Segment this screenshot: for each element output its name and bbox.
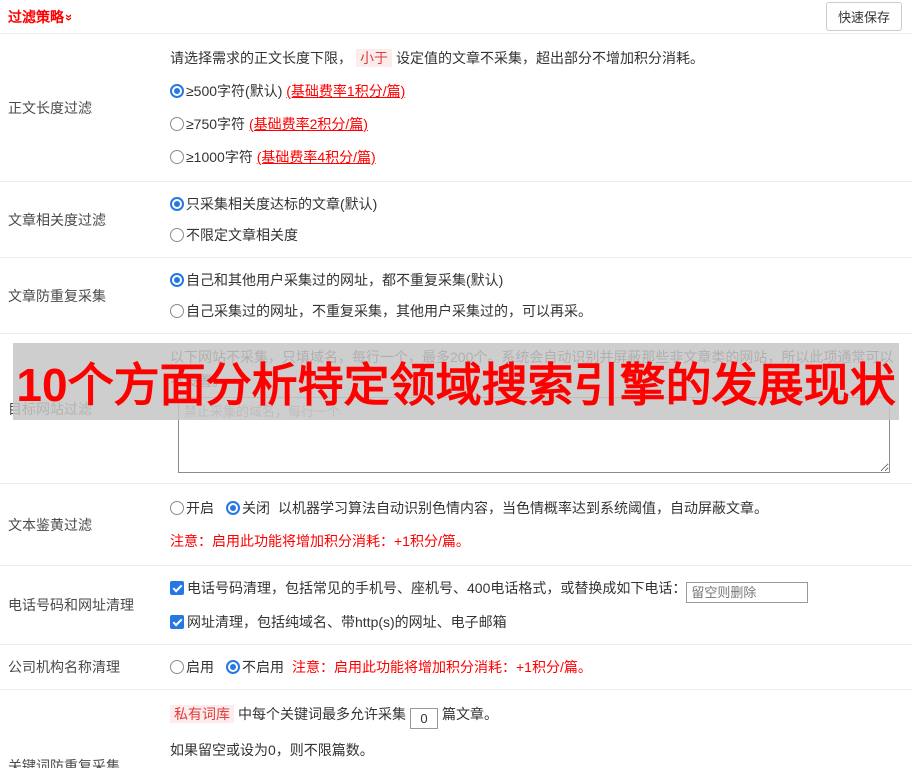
keyword-limit-line: 私有词库中每个关键词最多允许采集 篇文章。: [170, 702, 904, 729]
filter-strategy-page: 过滤策略» 快速保存 正文长度过滤 请选择需求的正文长度下限， 小于 设定值的文章不…: [0, 0, 912, 768]
radio-relevant-only-label: 只采集相关度达标的文章(默认): [186, 196, 378, 212]
keyword-dedup-content: 私有词库中每个关键词最多允许采集篇文章。 如果留空或设为0，则不限篇数。 如果设…: [170, 690, 912, 768]
private-lexicon-highlight: 私有词库: [170, 705, 234, 723]
intro-post-text: 设定值的文章不采集，超出部分不增加积分消耗。: [396, 50, 704, 66]
company-clean-note: 注意：启用此功能将增加积分消耗：+1积分/篇。: [292, 659, 592, 675]
checkbox-phone-clean-checked[interactable]: [170, 581, 184, 595]
radio-no-limit-relevance[interactable]: [170, 228, 184, 242]
radio-1000[interactable]: [170, 150, 184, 164]
intro-pre-text: 请选择需求的正文长度下限，: [170, 50, 352, 66]
radio-porn-off-selected[interactable]: [226, 501, 240, 515]
row-content-length-filter: 正文长度过滤 请选择需求的正文长度下限， 小于 设定值的文章不采集，超出部分不增加积…: [0, 34, 912, 182]
radio-company-disable-label: 不启用: [242, 659, 284, 675]
keyword-limit-text: 中每个关键词最多允许采集: [238, 706, 406, 722]
row-company-clean: 公司机构名称清理 启用 不启用 注意：启用此功能将增加积分消耗：+1积分/篇。: [0, 645, 912, 690]
radio-option-dedup-self: 自己采集过的网址，不重复采集，其他用户采集过的，可以再采。: [170, 299, 904, 323]
company-clean-options: 启用 不启用 注意：启用此功能将增加积分消耗：+1积分/篇。: [170, 655, 904, 679]
radio-750-label: ≥750字符: [186, 116, 249, 132]
radio-porn-off-label: 关闭: [242, 500, 270, 516]
topbar: 过滤策略» 快速保存: [0, 0, 912, 34]
keyword-limit-suffix: 篇文章。: [442, 706, 498, 722]
row-label-keyword-dedup: 关键词防重复采集: [8, 757, 120, 768]
checkbox-url-clean-checked[interactable]: [170, 615, 184, 629]
chevron-double-down-icon: »: [62, 13, 78, 21]
radio-500-label: ≥500字符(默认): [186, 83, 287, 99]
radio-option-no-limit-relevance: 不限定文章相关度: [170, 223, 904, 247]
radio-option-relevant-only: 只采集相关度达标的文章(默认): [170, 192, 904, 216]
content-length-intro: 请选择需求的正文长度下限， 小于 设定值的文章不采集，超出部分不增加积分消耗。: [170, 46, 904, 70]
radio-1000-fee-note: (基础费率4积分/篇): [256, 149, 376, 165]
content-length-options: 请选择需求的正文长度下限， 小于 设定值的文章不采集，超出部分不增加积分消耗。 ≥5…: [170, 34, 912, 181]
page-title[interactable]: 过滤策略»: [8, 7, 77, 27]
checkbox-phone-clean-label: 电话号码清理，包括常见的手机号、座机号、400电话格式，或替换成如下电话：: [187, 580, 687, 596]
page-title-text: 过滤策略: [8, 8, 64, 25]
radio-dedup-all-selected[interactable]: [170, 273, 184, 287]
intro-highlight: 小于: [356, 49, 392, 67]
url-clean-option: 网址清理，包括纯域名、带http(s)的网址、电子邮箱: [170, 610, 904, 634]
overlay-banner-text: 10个方面分析特定领域搜索引擎的发展现状: [16, 358, 896, 411]
porn-filter-options: 开启 关闭 以机器学习算法自动识别色情内容，当色情概率达到系统阈值，自动屏蔽文章。: [170, 496, 904, 520]
row-keyword-dedup: 关键词防重复采集 私有词库中每个关键词最多允许采集 篇文章。 如果留空或设为0，则…: [0, 690, 912, 768]
radio-relevant-only-selected[interactable]: [170, 197, 184, 211]
porn-filter-note: 注意：启用此功能将增加积分消耗：+1积分/篇。: [170, 533, 470, 549]
phone-clean-option: 电话号码清理，包括常见的手机号、座机号、400电话格式，或替换成如下电话：: [170, 576, 904, 603]
radio-1000-label: ≥1000字符: [186, 149, 257, 165]
row-label-company-clean: 公司机构名称清理: [8, 659, 120, 675]
porn-filter-content: 开启 关闭 以机器学习算法自动识别色情内容，当色情概率达到系统阈值，自动屏蔽文章。 …: [170, 484, 912, 565]
row-label-relevance: 文章相关度过滤: [8, 211, 106, 228]
row-label-porn-filter: 文本鉴黄过滤: [8, 516, 92, 533]
row-label-content-length: 正文长度过滤: [8, 99, 92, 116]
radio-company-enable-label: 启用: [186, 659, 214, 675]
radio-dedup-self[interactable]: [170, 304, 184, 318]
radio-company-enable[interactable]: [170, 660, 184, 674]
row-label-phone-url-clean: 电话号码和网址清理: [8, 597, 134, 613]
radio-option-dedup-all: 自己和其他用户采集过的网址，都不重复采集(默认): [170, 268, 904, 292]
dedup-options: 自己和其他用户采集过的网址，都不重复采集(默认) 自己采集过的网址，不重复采集，…: [170, 258, 912, 333]
keyword-limit-input[interactable]: [410, 708, 438, 729]
phone-url-clean-content: 电话号码清理，包括常见的手机号、座机号、400电话格式，或替换成如下电话： 网址…: [170, 566, 912, 644]
replacement-phone-input[interactable]: [686, 582, 809, 603]
row-label-article-dedup: 文章防重复采集: [8, 287, 106, 304]
checkbox-url-clean-label: 网址清理，包括纯域名、带http(s)的网址、电子邮箱: [187, 614, 507, 630]
radio-500-selected[interactable]: [170, 84, 184, 98]
company-clean-content: 启用 不启用 注意：启用此功能将增加积分消耗：+1积分/篇。: [170, 645, 912, 689]
radio-porn-on[interactable]: [170, 501, 184, 515]
radio-500-fee-note: (基础费率1积分/篇): [286, 83, 406, 99]
radio-dedup-self-label: 自己采集过的网址，不重复采集，其他用户采集过的，可以再采。: [186, 303, 592, 319]
relevance-options: 只采集相关度达标的文章(默认) 不限定文章相关度: [170, 182, 912, 257]
radio-option-750: ≥750字符 (基础费率2积分/篇): [170, 112, 904, 136]
radio-no-limit-relevance-label: 不限定文章相关度: [186, 227, 298, 243]
radio-dedup-all-label: 自己和其他用户采集过的网址，都不重复采集(默认): [186, 272, 504, 288]
radio-porn-on-label: 开启: [186, 500, 214, 516]
radio-750[interactable]: [170, 117, 184, 131]
row-porn-filter: 文本鉴黄过滤 开启 关闭 以机器学习算法自动识别色情内容，当色情概率达到系统阈值，自…: [0, 484, 912, 566]
radio-option-500: ≥500字符(默认) (基础费率1积分/篇): [170, 79, 904, 103]
row-phone-url-clean: 电话号码和网址清理 电话号码清理，包括常见的手机号、座机号、400电话格式，或替…: [0, 566, 912, 645]
keyword-rule-zero: 如果留空或设为0，则不限篇数。: [170, 742, 374, 758]
radio-750-fee-note: (基础费率2积分/篇): [248, 116, 368, 132]
row-relevance-filter: 文章相关度过滤 只采集相关度达标的文章(默认) 不限定文章相关度: [0, 182, 912, 258]
radio-option-1000: ≥1000字符 (基础费率4积分/篇): [170, 145, 904, 169]
row-article-dedup: 文章防重复采集 自己和其他用户采集过的网址，都不重复采集(默认) 自己采集过的网…: [0, 258, 912, 334]
porn-filter-desc: 以机器学习算法自动识别色情内容，当色情概率达到系统阈值，自动屏蔽文章。: [278, 500, 768, 516]
quick-save-button[interactable]: 快速保存: [825, 2, 902, 31]
radio-company-disable-selected[interactable]: [226, 660, 240, 674]
overlay-banner: 10个方面分析特定领域搜索引擎的发展现状: [13, 343, 899, 420]
